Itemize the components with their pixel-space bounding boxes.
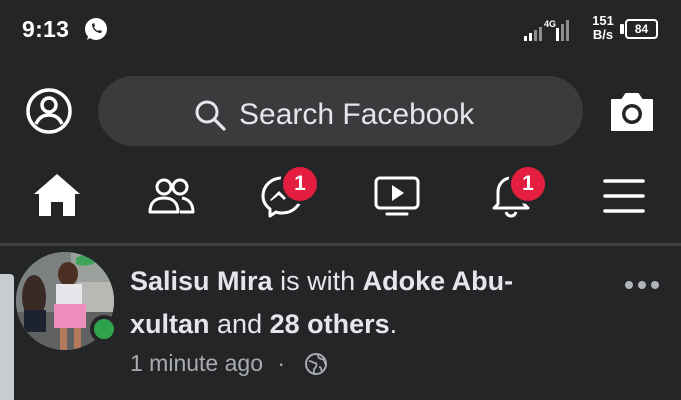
friends-icon (148, 178, 195, 214)
net-speed-value: 151 (592, 13, 614, 28)
search-placeholder: Search Facebook (239, 98, 475, 131)
video-icon (374, 176, 420, 216)
meta-separator: · (277, 350, 286, 376)
post-meta: 1 minute ago · (130, 350, 285, 377)
battery-cap (620, 24, 624, 34)
net-speed: 151 B/s (588, 14, 618, 42)
menu-icon (603, 179, 645, 213)
top-header: Search Facebook (0, 72, 681, 152)
tab-home[interactable] (32, 172, 92, 232)
battery-icon: 84 (620, 19, 658, 39)
post-period: . (389, 309, 398, 339)
search-bar[interactable]: Search Facebook (98, 76, 583, 146)
post-author-link[interactable]: Salisu Mira (130, 266, 273, 296)
post-and: and (217, 309, 263, 339)
others-link[interactable]: 28 others (270, 309, 390, 339)
search-icon (195, 100, 226, 131)
messenger-badge: 1 (280, 164, 320, 204)
more-options-icon[interactable] (624, 280, 660, 290)
whatsapp-icon (85, 18, 107, 40)
camera-icon[interactable] (608, 90, 656, 132)
tab-messenger[interactable]: 1 (258, 164, 320, 232)
notifications-badge: 1 (508, 164, 548, 204)
home-icon (34, 174, 80, 216)
tab-friends[interactable] (146, 172, 206, 232)
net-speed-unit: B/s (592, 27, 614, 42)
battery-level: 84 (625, 19, 658, 39)
online-status-dot (90, 315, 118, 343)
clock: 9:13 (22, 16, 70, 42)
profile-icon[interactable] (25, 87, 73, 135)
post-header-text: Salisu Mira is with Adoke Abu-xultan and… (130, 260, 590, 346)
globe-icon (305, 353, 327, 375)
post-timestamp[interactable]: 1 minute ago (130, 350, 263, 376)
post-connector: is with (280, 266, 356, 296)
status-bar: 9:13 4G 151 B/s 84 (0, 0, 681, 62)
tab-watch[interactable] (372, 172, 432, 232)
tab-menu[interactable] (600, 172, 660, 232)
feed-post: Salisu Mira is with Adoke Abu-xultan and… (0, 246, 681, 400)
adjacent-card-edge (0, 274, 14, 400)
tab-bar: 1 1 (0, 160, 681, 244)
network-label: 4G (544, 19, 556, 29)
tab-notifications[interactable]: 1 (486, 164, 548, 232)
signal-icon: 4G (524, 19, 569, 41)
